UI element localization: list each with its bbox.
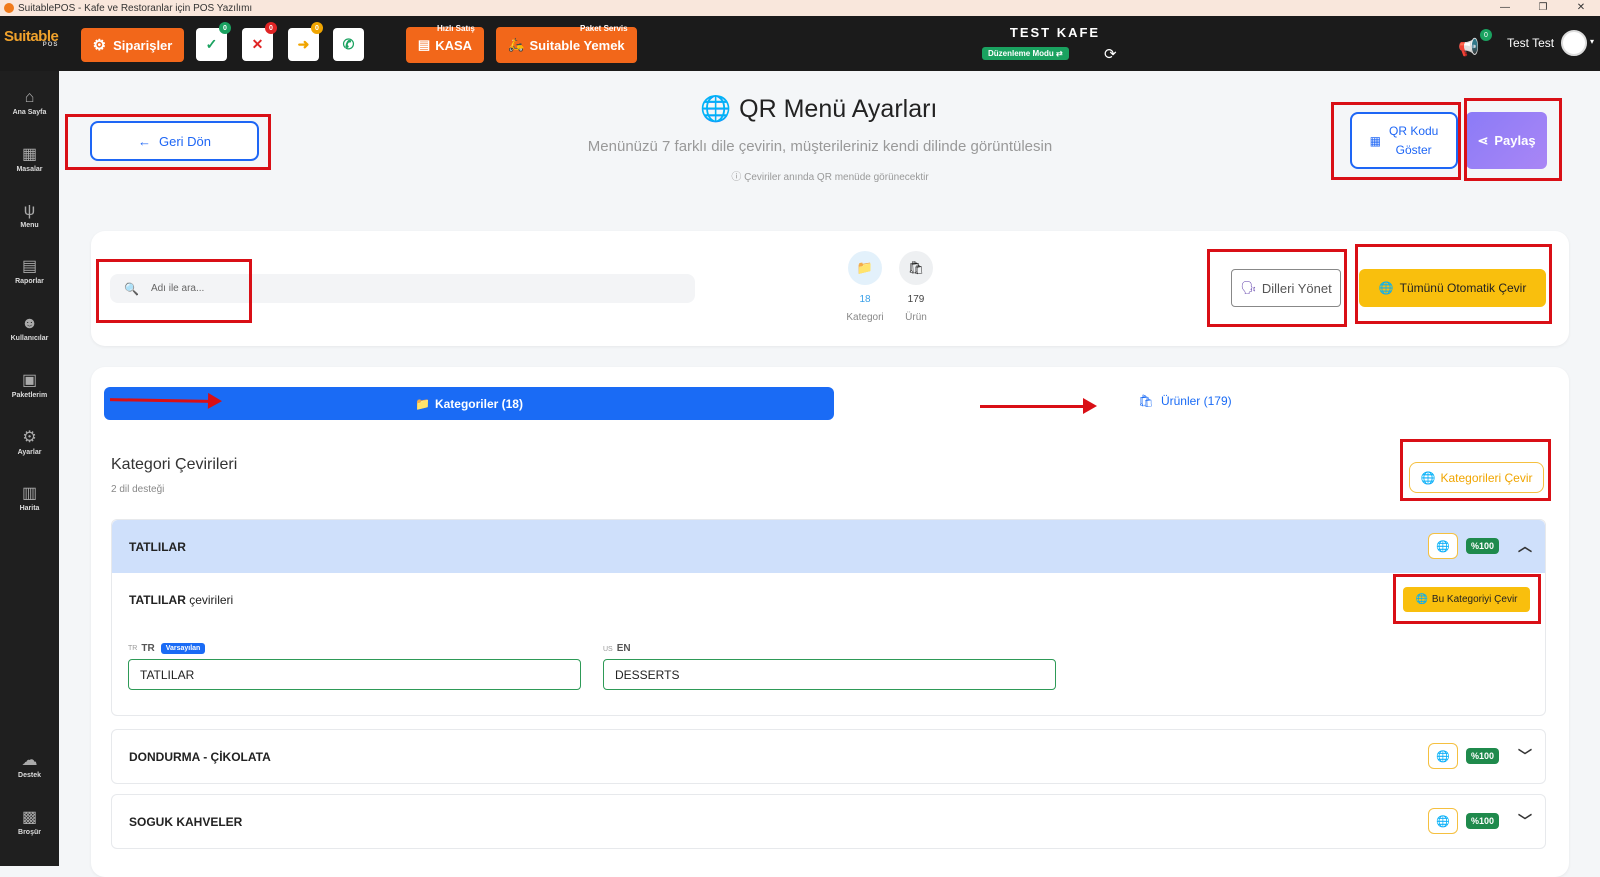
sidebar-item-packages[interactable]: ▣ Paketlerim [0, 372, 59, 399]
translate-category-icon[interactable]: 🌐 [1427, 533, 1458, 559]
app-icon [4, 3, 14, 13]
edit-mode-badge[interactable]: Düzenleme Modu ⇄ [982, 47, 1069, 60]
category-translations-heading: TATLILAR çevirileri [129, 593, 234, 607]
category-name: SOGUK KAHVELER [129, 814, 243, 829]
gear-icon: ⚙ [92, 37, 107, 54]
sidebar-item-settings[interactable]: ⚙ Ayarlar [0, 429, 59, 456]
motorbike-icon: 🛵 [508, 37, 525, 52]
money-icon: ▩ [21, 809, 38, 826]
globe-icon: 🌐 [700, 95, 732, 123]
report-icon: ▤ [21, 258, 38, 275]
arrow-right-icon: ➜ [297, 36, 310, 52]
map-icon: ▥ [21, 485, 38, 502]
folder-icon: 📁 [415, 396, 430, 411]
en-field-label: US EN [603, 643, 631, 654]
completion-badge: %100 [1465, 748, 1499, 764]
sidebar: ⌂ Ana Sayfa ▦ Masalar ψ Menu ▤ Raporlar ☻ Kul… [0, 71, 59, 866]
pending-orders-button[interactable]: ➜ 0 [288, 22, 323, 61]
annotation-box [96, 259, 252, 323]
default-badge: Varsayılan [160, 643, 206, 654]
category-name: DONDURMA - ÇİKOLATA [129, 749, 271, 764]
category-row[interactable]: DONDURMA - ÇİKOLATA 🌐 %100 ﹀ [111, 729, 1546, 784]
app-logo[interactable]: Suitable POS [4, 28, 59, 48]
bag-icon: 🛍 [899, 251, 933, 285]
chevron-down-icon[interactable]: ﹀ [1515, 811, 1535, 831]
section-subtitle: 2 dil desteği [111, 484, 165, 495]
annotation-box [65, 114, 271, 170]
window-controls: — ❐ ✕ [1486, 0, 1600, 16]
package-service-caption: Paket Servis [580, 24, 628, 33]
gears-icon: ⚙ [22, 429, 37, 446]
rejected-orders-button[interactable]: ✕ 0 [242, 22, 277, 61]
gift-icon: ▣ [21, 372, 38, 389]
sidebar-item-support[interactable]: ☁ Destek [0, 752, 59, 779]
section-title: Kategori Çevirileri [111, 456, 238, 473]
cutlery-icon: ψ [23, 202, 36, 219]
badge-count: 0 [311, 22, 323, 34]
window-title: SuitablePOS - Kafe ve Restoranlar için P… [18, 2, 253, 14]
phone-icon: ✆ [342, 36, 355, 52]
completion-badge: %100 [1465, 538, 1499, 554]
translate-category-icon[interactable]: 🌐 [1427, 808, 1458, 834]
annotation-arrow [980, 398, 1097, 414]
chevron-up-icon[interactable]: ︿ [1515, 536, 1535, 556]
en-translation-input[interactable]: DESSERTS [603, 659, 1056, 690]
annotation-box [1393, 574, 1541, 624]
chevron-down-icon[interactable]: ﹀ [1515, 746, 1535, 766]
category-stat: 📁 18 Kategori [840, 251, 890, 323]
bag-icon: 🛍 [1138, 394, 1154, 408]
completion-badge: %100 [1465, 813, 1499, 829]
chevron-down-icon[interactable]: ▾ [1590, 37, 1594, 46]
page-note: ⓘ Çeviriler anında QR menüde görünecekti… [731, 172, 929, 183]
avatar[interactable] [1561, 30, 1587, 56]
badge-count: 0 [265, 22, 277, 34]
user-name[interactable]: Test Test [1507, 36, 1554, 50]
sidebar-item-brochure[interactable]: ▩ Broşür [0, 809, 59, 836]
folder-icon: 📁 [848, 251, 882, 285]
check-icon: ✓ [205, 36, 218, 52]
sidebar-item-reports[interactable]: ▤ Raporlar [0, 258, 59, 285]
tab-products[interactable]: 🛍 Ürünler (179) [1100, 394, 1270, 408]
badge-count: 0 [219, 22, 231, 34]
orders-button[interactable]: ⚙ Siparişler [81, 28, 184, 62]
category-header[interactable]: TATLILAR 🌐 %100 ︿ [112, 520, 1545, 573]
home-icon: ⌂ [24, 89, 35, 106]
sidebar-item-home[interactable]: ⌂ Ana Sayfa [0, 89, 59, 116]
top-navbar [0, 16, 1600, 71]
category-name: TATLILAR [129, 539, 186, 554]
sidebar-item-users[interactable]: ☻ Kullanıcılar [0, 315, 59, 342]
megaphone-icon[interactable]: 📢 [1458, 38, 1479, 58]
page-subtitle: Menünüzü 7 farklı dile çevirin, müşteril… [587, 138, 1053, 155]
sidebar-item-map[interactable]: ▥ Harita [0, 485, 59, 512]
close-icon[interactable]: ✕ [1562, 0, 1600, 16]
sidebar-item-menu[interactable]: ψ Menu [0, 202, 59, 229]
annotation-box [1464, 98, 1562, 181]
maximize-icon[interactable]: ❐ [1524, 0, 1562, 16]
business-name: TEST KAFE [1009, 25, 1101, 40]
sidebar-item-tables[interactable]: ▦ Masalar [0, 146, 59, 173]
annotation-box [1207, 249, 1347, 327]
category-row[interactable]: SOGUK KAHVELER 🌐 %100 ﹀ [111, 794, 1546, 849]
tr-translation-input[interactable]: TATLILAR [128, 659, 581, 690]
minimize-icon[interactable]: — [1486, 0, 1524, 16]
tr-field-label: TR TR Varsayılan [128, 643, 206, 654]
notification-badge: 0 [1480, 29, 1492, 41]
approved-orders-button[interactable]: ✓ 0 [196, 22, 231, 61]
refresh-icon[interactable]: ⟳ [1104, 45, 1117, 63]
annotation-box [1355, 244, 1552, 324]
page-title: 🌐 QR Menü Ayarları [700, 95, 938, 123]
register-icon: ▤ [417, 37, 431, 52]
chat-icon: ☁ [21, 752, 38, 769]
quick-sale-caption: Hızlı Satış [437, 24, 475, 33]
table-icon: ▦ [21, 146, 38, 163]
window-titlebar: SuitablePOS - Kafe ve Restoranlar için P… [0, 0, 1600, 16]
x-icon: ✕ [251, 36, 264, 52]
translate-category-icon[interactable]: 🌐 [1427, 743, 1458, 769]
annotation-box [1331, 102, 1461, 180]
info-icon: ⓘ [731, 172, 745, 183]
product-stat: 🛍 179 Ürün [891, 251, 941, 323]
phone-orders-button[interactable]: ✆ [333, 28, 364, 61]
users-icon: ☻ [21, 315, 38, 332]
annotation-box [1400, 439, 1551, 501]
